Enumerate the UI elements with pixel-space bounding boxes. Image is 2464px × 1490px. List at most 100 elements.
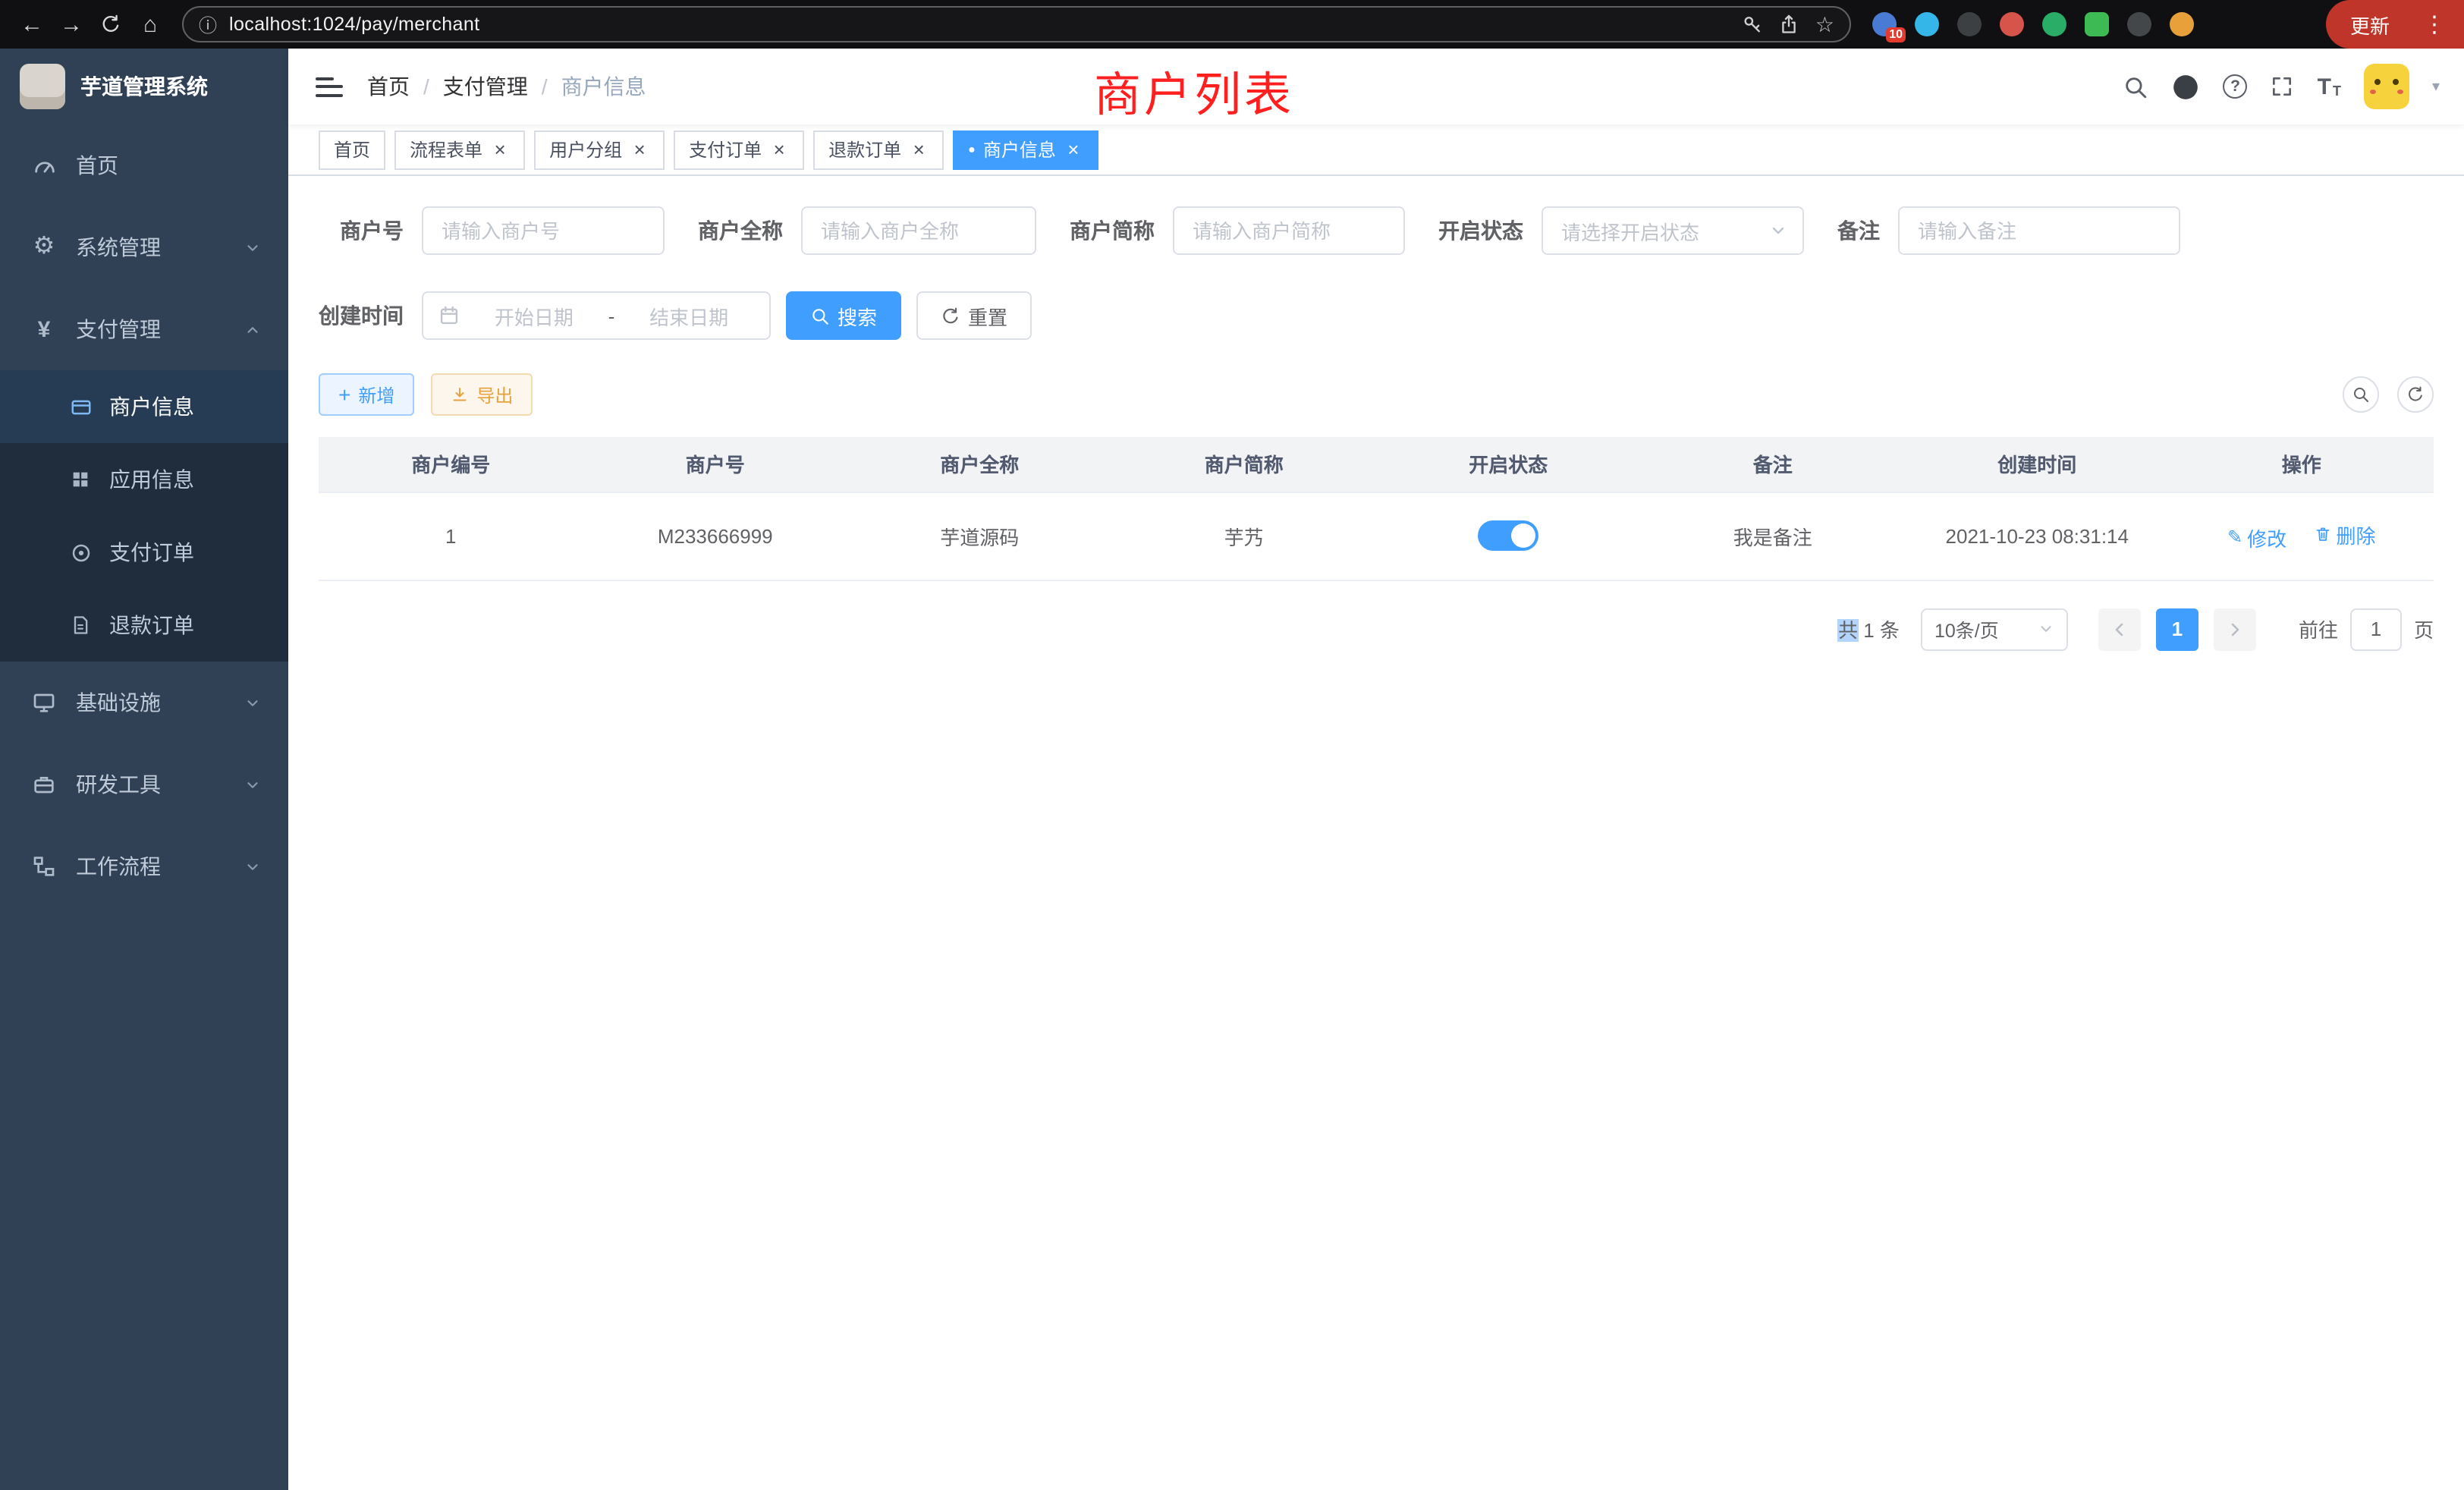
chevron-down-icon	[244, 858, 261, 875]
sidebar-menu: 首页 ⚙ 系统管理 ¥ 支付管理 商户信息	[0, 124, 288, 907]
close-icon[interactable]: ×	[769, 140, 789, 159]
hamburger-icon[interactable]	[316, 77, 343, 96]
cell-remark: 我是备注	[1641, 492, 1906, 580]
extension-strip: 10	[1872, 12, 2194, 36]
browser-chrome: ← → ⌂ ⓘ localhost:1024/pay/merchant ☆ 10…	[0, 0, 2464, 49]
sidebar-item-home[interactable]: 首页	[0, 124, 288, 206]
sidebar-item-pay-order[interactable]: 支付订单	[0, 516, 288, 589]
extension-icon[interactable]	[1915, 12, 1939, 36]
goto-page-input[interactable]	[2350, 608, 2402, 650]
toggle-search-button[interactable]	[2343, 376, 2379, 413]
bookmark-star-icon[interactable]: ☆	[1815, 11, 1834, 37]
sidebar-item-devtools[interactable]: 研发工具	[0, 743, 288, 825]
close-icon[interactable]: ×	[630, 140, 649, 159]
yen-icon: ¥	[30, 318, 58, 341]
extension-icon[interactable]	[1957, 12, 1982, 36]
create-time-label: 创建时间	[319, 300, 422, 331]
sidebar-item-workflow[interactable]: 工作流程	[0, 825, 288, 907]
user-avatar[interactable]	[2364, 64, 2409, 109]
search-icon[interactable]	[2123, 74, 2149, 99]
col-header: 备注	[1641, 437, 1906, 492]
next-page-button[interactable]	[2214, 608, 2256, 650]
site-info-icon[interactable]: ⓘ	[199, 11, 217, 37]
breadcrumb-home[interactable]: 首页	[367, 71, 410, 102]
extension-icon[interactable]: 10	[1872, 12, 1897, 36]
extension-icon[interactable]	[2000, 12, 2024, 36]
edit-link[interactable]: ✎ 修改	[2227, 523, 2286, 552]
delete-link[interactable]: 删除	[2313, 520, 2375, 549]
help-icon[interactable]: ?	[2224, 74, 2248, 99]
export-button[interactable]: 导出	[431, 373, 533, 416]
caret-down-icon[interactable]: ▾	[2432, 78, 2440, 95]
sidebar-item-payment[interactable]: ¥ 支付管理	[0, 288, 288, 370]
browser-update-button[interactable]: 更新 ⋮	[2326, 0, 2464, 49]
chevron-down-icon	[244, 694, 261, 711]
url-bar[interactable]: ⓘ localhost:1024/pay/merchant ☆	[182, 6, 1851, 42]
col-header: 操作	[2170, 437, 2434, 492]
add-button[interactable]: + 新增	[319, 373, 414, 416]
reset-button[interactable]: 重置	[916, 291, 1032, 340]
chevron-down-icon	[244, 239, 261, 256]
reload-icon[interactable]	[91, 5, 130, 44]
status-toggle[interactable]	[1478, 520, 1538, 551]
password-key-icon[interactable]	[1743, 14, 1764, 35]
remark-input[interactable]	[1898, 206, 2180, 255]
status-select[interactable]: 请选择开启状态	[1542, 206, 1804, 255]
full-name-label: 商户全称	[698, 215, 801, 246]
page-content: 商户号 商户全称 商户简称 开启状态 请选择开启状态	[288, 176, 2464, 1490]
search-button[interactable]: 搜索	[786, 291, 901, 340]
tab-process-form[interactable]: 流程表单 ×	[394, 130, 525, 169]
url-text: localhost:1024/pay/merchant	[229, 14, 1730, 35]
extension-badge: 10	[1886, 27, 1906, 42]
breadcrumb: 首页 / 支付管理 / 商户信息	[367, 71, 646, 102]
active-dot-icon: ●	[968, 143, 976, 156]
extension-icon[interactable]	[2127, 12, 2151, 36]
sidebar-item-system[interactable]: ⚙ 系统管理	[0, 206, 288, 288]
forward-icon[interactable]: →	[52, 5, 91, 44]
merchant-no-input[interactable]	[422, 206, 665, 255]
refresh-table-button[interactable]	[2397, 376, 2434, 413]
tab-user-group[interactable]: 用户分组 ×	[534, 130, 665, 169]
cell-merchant-no: M233666999	[583, 492, 848, 580]
sidebar-item-label: 应用信息	[109, 464, 194, 495]
cell-actions: ✎ 修改 删除	[2170, 492, 2434, 580]
cell-create-time: 2021-10-23 08:31:14	[1905, 492, 2170, 580]
sidebar-item-app-info[interactable]: 应用信息	[0, 443, 288, 516]
start-date-placeholder: 开始日期	[469, 301, 599, 330]
short-name-input[interactable]	[1173, 206, 1405, 255]
tab-home[interactable]: 首页	[319, 130, 385, 169]
chevron-up-icon	[244, 321, 261, 338]
github-icon[interactable]	[2172, 72, 2201, 101]
create-time-range-picker[interactable]: 开始日期 - 结束日期	[422, 291, 771, 340]
sidebar-item-infra[interactable]: 基础设施	[0, 662, 288, 743]
fullscreen-icon[interactable]	[2271, 74, 2295, 99]
pagination: 共 1 条 10条/页 1 前往 页	[319, 608, 2434, 650]
home-icon[interactable]: ⌂	[130, 5, 170, 44]
extension-icon[interactable]	[2042, 12, 2066, 36]
sidebar-item-merchant-info[interactable]: 商户信息	[0, 370, 288, 443]
tab-refund-order[interactable]: 退款订单 ×	[813, 130, 944, 169]
page-size-select[interactable]: 10条/页	[1921, 608, 2068, 650]
breadcrumb-current: 商户信息	[561, 71, 646, 102]
extension-icon[interactable]	[2085, 12, 2109, 36]
browser-menu-icon[interactable]: ⋮	[2423, 11, 2446, 38]
tab-merchant-info[interactable]: ● 商户信息 ×	[953, 130, 1098, 169]
close-icon[interactable]: ×	[1064, 140, 1083, 159]
sidebar-item-refund-order[interactable]: 退款订单	[0, 589, 288, 662]
back-icon[interactable]: ←	[12, 5, 52, 44]
current-page[interactable]: 1	[2156, 608, 2198, 650]
full-name-input[interactable]	[801, 206, 1036, 255]
plus-icon: +	[338, 384, 350, 405]
cell-id: 1	[319, 492, 583, 580]
date-separator: -	[608, 304, 615, 327]
breadcrumb-payment[interactable]: 支付管理	[443, 71, 528, 102]
extension-icon[interactable]	[2170, 12, 2194, 36]
share-icon[interactable]	[1779, 14, 1800, 35]
font-size-icon[interactable]: T T	[2318, 75, 2341, 98]
prev-page-button[interactable]	[2098, 608, 2141, 650]
tab-pay-order[interactable]: 支付订单 ×	[674, 130, 804, 169]
payment-submenu: 商户信息 应用信息 支付订单 退款订单	[0, 370, 288, 662]
table-header-row: 商户编号 商户号 商户全称 商户简称 开启状态 备注 创建时间 操作	[319, 437, 2434, 492]
close-icon[interactable]: ×	[490, 140, 510, 159]
close-icon[interactable]: ×	[909, 140, 929, 159]
